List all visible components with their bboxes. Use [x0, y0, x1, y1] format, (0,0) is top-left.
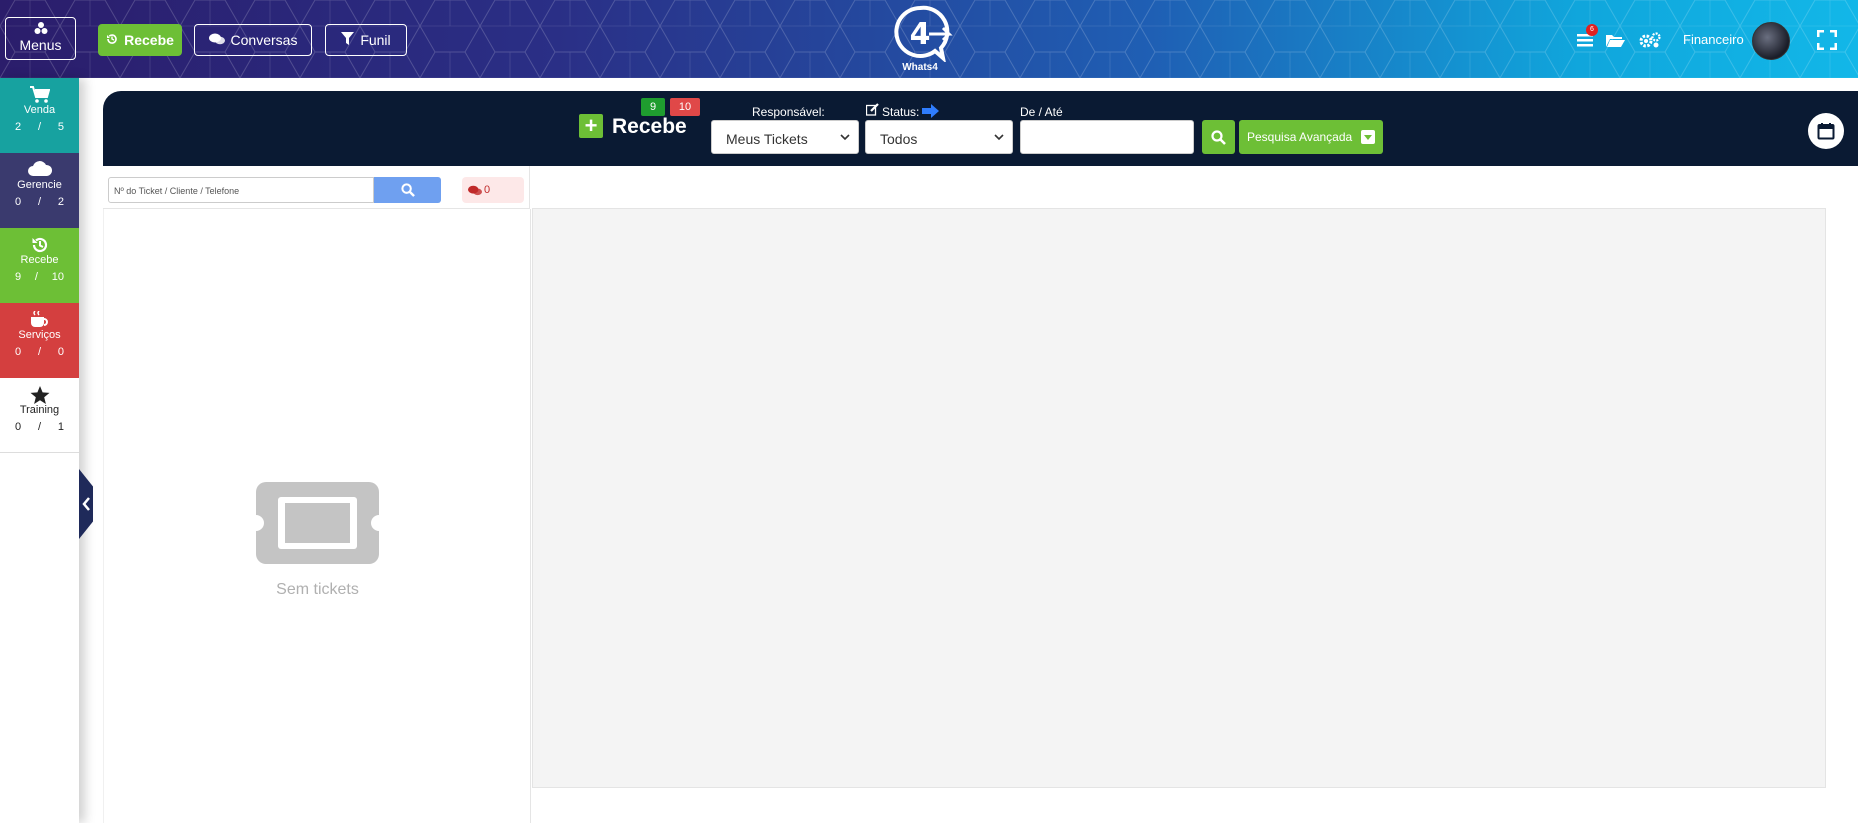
- funil-label: Funil: [360, 32, 391, 48]
- conversas-label: Conversas: [230, 32, 298, 48]
- total-count: 10: [51, 271, 64, 283]
- comments-icon: [208, 32, 225, 48]
- edit-icon[interactable]: [865, 103, 879, 119]
- sidebar-item-gerencie[interactable]: Gerencie 0 / 2: [0, 153, 79, 228]
- count-separator: /: [37, 196, 42, 208]
- sidebar-item-label: Gerencie: [17, 179, 62, 191]
- recebe-button[interactable]: Recebe: [98, 24, 182, 56]
- total-count-badge: 10: [670, 98, 700, 116]
- status-label: Status:: [882, 105, 920, 119]
- unread-messages-count: 0: [484, 184, 491, 196]
- comments-icon: [468, 185, 482, 195]
- responsavel-value: Meus Tickets: [726, 131, 808, 147]
- count-separator: /: [37, 346, 42, 358]
- page-title: Recebe: [612, 115, 687, 138]
- star-icon: [0, 378, 79, 404]
- cart-icon: [0, 78, 79, 103]
- folder-open-icon[interactable]: [1606, 26, 1625, 54]
- total-count: 2: [57, 196, 64, 208]
- notification-badge: 6: [1586, 24, 1598, 36]
- date-range-input[interactable]: [1020, 120, 1194, 154]
- menus-button[interactable]: Menus: [5, 17, 76, 60]
- ticket-detail-panel: [532, 208, 1826, 788]
- coffee-icon: [0, 303, 79, 327]
- open-count: 2: [15, 121, 22, 133]
- caret-down-icon: [1361, 130, 1375, 144]
- total-count: 0: [57, 346, 64, 358]
- count-separator: /: [37, 121, 42, 133]
- search-icon: [400, 183, 415, 197]
- history-icon: [106, 32, 118, 48]
- open-count: 0: [15, 346, 22, 358]
- history-icon: [0, 228, 79, 253]
- advanced-search-label: Pesquisa Avançada: [1247, 130, 1353, 144]
- open-count: 0: [15, 421, 22, 433]
- status-select[interactable]: Todos: [865, 120, 1013, 154]
- count-separator: /: [34, 271, 38, 283]
- chevron-left-icon: [82, 497, 90, 511]
- calendar-button[interactable]: [1808, 113, 1844, 149]
- open-count: 0: [15, 196, 22, 208]
- menus-label: Menus: [19, 37, 62, 53]
- sidebar-item-label: Venda: [23, 104, 56, 116]
- search-icon: [1211, 129, 1226, 145]
- ticket-icon: [256, 482, 379, 569]
- cogs-icon[interactable]: [1639, 26, 1661, 54]
- filter-icon: [341, 32, 355, 48]
- calendar-icon: [1817, 123, 1835, 140]
- sidebar-collapse-toggle[interactable]: [79, 469, 93, 539]
- sidebar-item-training[interactable]: Training 0 / 1: [0, 378, 79, 453]
- add-ticket-button[interactable]: +: [579, 114, 603, 138]
- sidebar-item-label: Serviços: [18, 329, 61, 341]
- search-button[interactable]: [1202, 120, 1235, 154]
- open-count-badge: 9: [641, 98, 665, 116]
- sidebar-item-label: Recebe: [20, 254, 59, 266]
- open-count: 9: [15, 271, 22, 283]
- total-count: 1: [57, 421, 64, 433]
- recebe-label: Recebe: [124, 32, 174, 48]
- count-separator: /: [37, 421, 42, 433]
- svg-text:4: 4: [910, 17, 931, 52]
- sidebar-item-label: Training: [19, 404, 60, 416]
- advanced-search-button[interactable]: Pesquisa Avançada: [1239, 120, 1383, 154]
- date-range-label: De / Até: [1020, 105, 1063, 119]
- user-name[interactable]: Financeiro: [1683, 32, 1744, 47]
- cloud-icon: [0, 153, 79, 176]
- chevron-down-icon: [840, 134, 850, 141]
- conversas-button[interactable]: Conversas: [194, 24, 312, 56]
- logo-icon: 4: [894, 5, 953, 64]
- total-count: 5: [57, 121, 64, 133]
- fullscreen-icon[interactable]: [1817, 26, 1837, 54]
- ticket-search-button[interactable]: [374, 177, 441, 203]
- cubes-icon: [6, 21, 75, 37]
- whats4-logo[interactable]: 4 Whats4: [885, 4, 955, 74]
- funil-button[interactable]: Funil: [325, 24, 407, 56]
- status-value: Todos: [880, 131, 918, 147]
- responsavel-select[interactable]: Meus Tickets: [711, 120, 859, 154]
- detail-toolbar: [531, 166, 1858, 208]
- chevron-down-icon: [994, 134, 1004, 141]
- sidebar-item-recebe[interactable]: Recebe 9 / 10: [0, 228, 79, 303]
- avatar[interactable]: [1752, 22, 1790, 60]
- logo-text: Whats4: [902, 62, 938, 73]
- sidebar-item-venda[interactable]: Venda 2 / 5: [0, 78, 79, 153]
- unread-messages-badge[interactable]: 0: [462, 177, 524, 203]
- empty-state-text: Sem tickets: [276, 581, 359, 598]
- sidebar-item-servicos[interactable]: Serviços 0 / 0: [0, 303, 79, 378]
- responsavel-label: Responsável:: [752, 105, 825, 119]
- top-bar: Menus Recebe Conversas Funil 4 Whats4 6: [0, 0, 1858, 78]
- ticket-search-input[interactable]: Nº do Ticket / Cliente / Telefone: [108, 177, 374, 203]
- arrow-right-icon: [922, 104, 939, 121]
